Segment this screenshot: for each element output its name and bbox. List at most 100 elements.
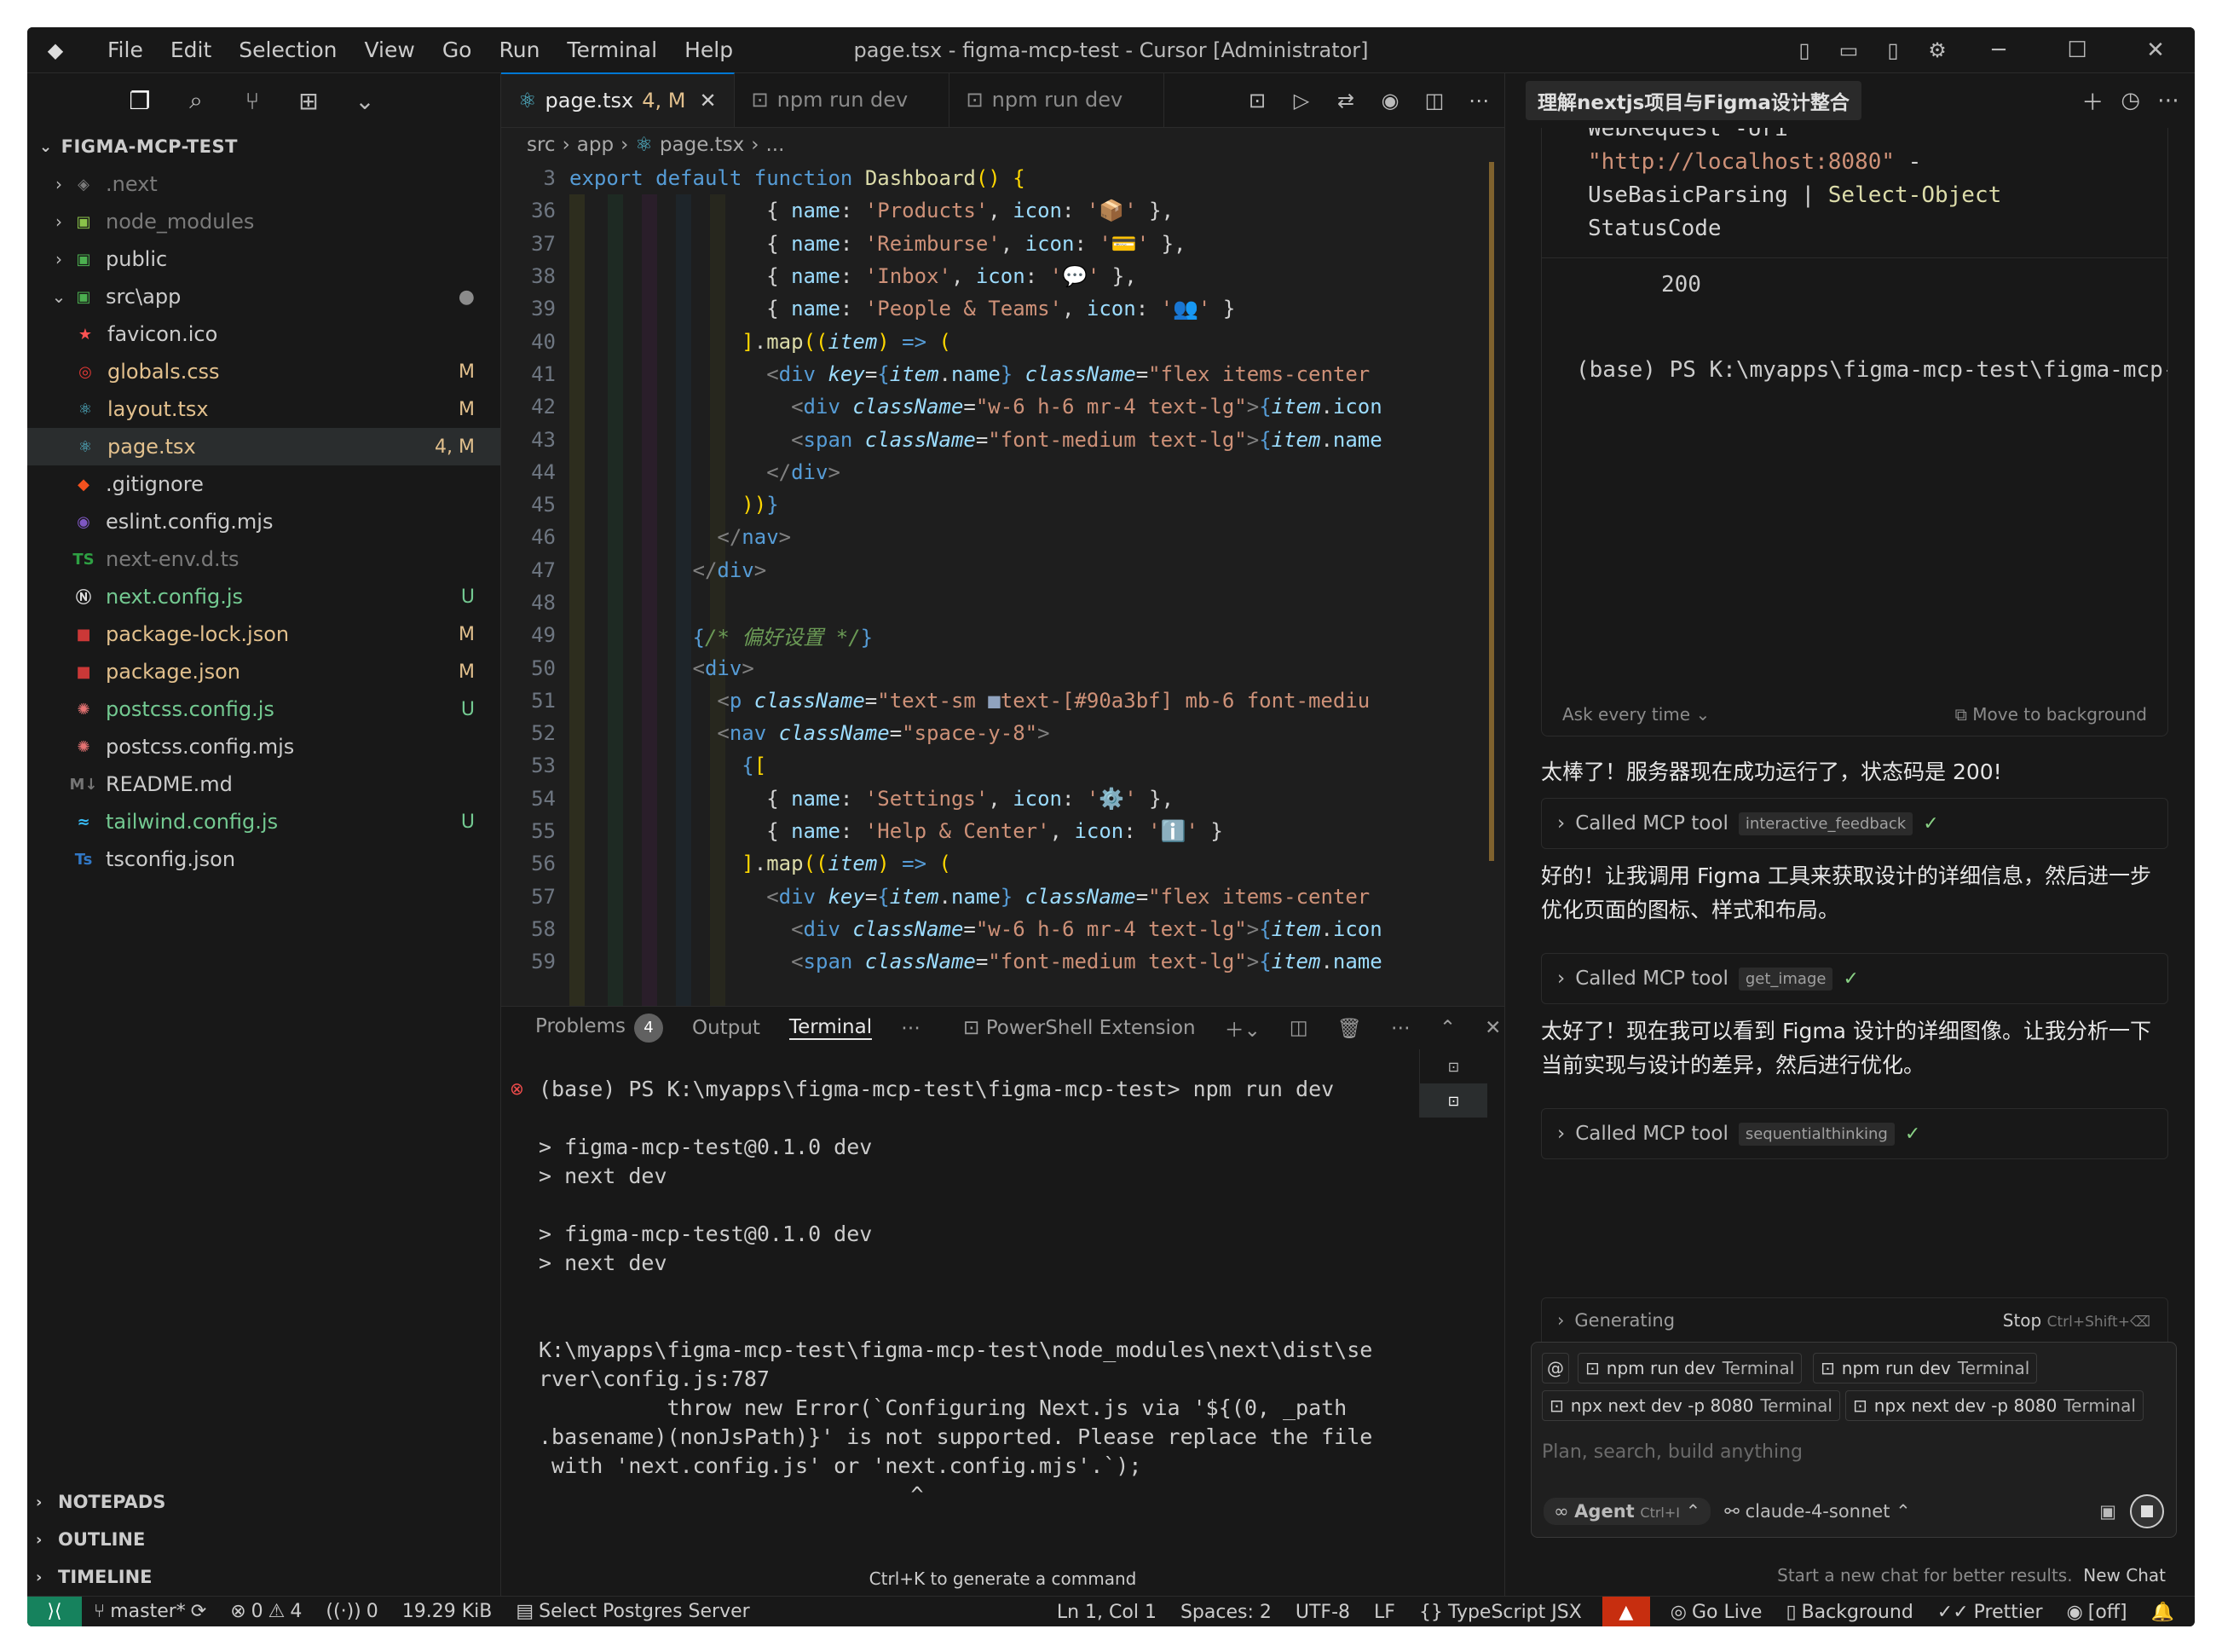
context-chip[interactable]: ⊡ npx next dev -p 8080 Terminal	[1845, 1390, 2144, 1421]
toggle-secondary-sidebar-icon[interactable]: ▯	[1876, 33, 1910, 67]
problems-status[interactable]: ⊗ 0 ⚠ 4	[218, 1601, 314, 1622]
move-to-background-button[interactable]: ⧉ Move to background	[1955, 704, 2147, 725]
ports-status[interactable]: ((·)) 0	[314, 1601, 390, 1622]
git-branch[interactable]: ⑂ master* ⟳	[82, 1601, 218, 1622]
warning-triangle-icon[interactable]: ▲	[1602, 1597, 1650, 1626]
tree-item[interactable]: ◆ .gitignore	[27, 465, 500, 503]
terminal-output[interactable]: (base) PS K:\myapps\figma-mcp-test\figma…	[539, 1075, 1391, 1510]
menu-selection[interactable]: Selection	[225, 38, 350, 62]
stop-button[interactable]: Stop Ctrl+Shift+⌫	[2003, 1310, 2150, 1331]
model-selector[interactable]: ⚯ claude-4-sonnet ⌃	[1724, 1501, 1910, 1522]
language-mode[interactable]: {} TypeScript JSX	[1407, 1602, 1594, 1623]
maximize-button[interactable]: ☐	[2038, 27, 2116, 73]
code-editor[interactable]: 3 export default function Dashboard() {36…	[501, 162, 1504, 1006]
remote-indicator-icon[interactable]: ⟩⟨	[27, 1596, 82, 1626]
stop-generation-button[interactable]	[2130, 1494, 2164, 1528]
breadcrumb-item[interactable]: ...	[766, 134, 785, 156]
tab-problems[interactable]: Problems 4	[535, 1014, 664, 1043]
terminal-instance-icon[interactable]: ⊡	[1420, 1049, 1487, 1083]
tree-item[interactable]: Ts tsconfig.json	[27, 840, 500, 878]
settings-gear-icon[interactable]: ⚙	[1920, 33, 1954, 67]
section-outline[interactable]: › OUTLINE	[27, 1521, 500, 1558]
tree-item[interactable]: ⚛ layout.tsx M	[27, 390, 500, 428]
breadcrumb-item[interactable]: page.tsx	[660, 134, 744, 156]
more-icon[interactable]: ⋯	[1391, 1017, 1411, 1039]
line-ending[interactable]: LF	[1362, 1602, 1407, 1623]
more-icon[interactable]: ⋯	[2157, 88, 2179, 113]
tab-page-tsx[interactable]: ⚛ page.tsx 4, M ✕	[501, 72, 735, 127]
menu-run[interactable]: Run	[485, 38, 553, 62]
add-terminal-icon[interactable]: ＋⌄	[1225, 1014, 1261, 1043]
tree-item[interactable]: ⚛ page.tsx 4, M	[27, 428, 500, 465]
breadcrumb-item[interactable]: src	[527, 134, 556, 156]
tree-item[interactable]: TS next-env.d.ts	[27, 540, 500, 578]
menu-help[interactable]: Help	[671, 38, 747, 62]
ask-every-time-dropdown[interactable]: Ask every time ⌄	[1562, 704, 1710, 725]
chat-input[interactable]: Plan, search, build anything	[1542, 1441, 1803, 1463]
more-icon[interactable]: ⋯	[901, 1017, 921, 1039]
breadcrumb-item[interactable]: app	[577, 134, 614, 156]
go-live[interactable]: ◎ Go Live	[1659, 1602, 1775, 1623]
toggle-sidebar-icon[interactable]: ▯	[1787, 33, 1821, 67]
section-notepads[interactable]: › NOTEPADS	[27, 1483, 500, 1521]
tree-item[interactable]: › ▣ node_modules	[27, 203, 500, 240]
tree-item[interactable]: ✺ postcss.config.js U	[27, 690, 500, 728]
tree-item[interactable]: ◉ eslint.config.mjs	[27, 503, 500, 540]
terminal-icon[interactable]: ⊡	[1240, 89, 1274, 113]
run-icon[interactable]: ▷	[1284, 89, 1319, 113]
mention-at-icon[interactable]: @	[1542, 1353, 1569, 1383]
tab-output[interactable]: Output	[692, 1017, 760, 1039]
context-chip[interactable]: ⊡ npm run dev Terminal	[1578, 1353, 1803, 1383]
mcp-tool-call[interactable]: › Called MCP tool sequentialthinking ✓	[1541, 1108, 2168, 1159]
new-chat-icon[interactable]: ＋	[2081, 85, 2104, 117]
tree-item[interactable]: ◎ globals.css M	[27, 353, 500, 390]
new-chat-link[interactable]: New Chat	[2083, 1565, 2166, 1586]
tab-terminal[interactable]: Terminal	[788, 1016, 873, 1040]
compare-icon[interactable]: ⇄	[1329, 89, 1363, 113]
trash-icon[interactable]: 🗑	[1337, 1017, 1362, 1040]
copilot-status[interactable]: ◉ [off]	[2055, 1602, 2139, 1623]
explorer-root-header[interactable]: ⌄ FIGMA-MCP-TEST	[27, 128, 500, 165]
toggle-panel-icon[interactable]: ▭	[1832, 33, 1866, 67]
context-chip[interactable]: ⊡ npx next dev -p 8080 Terminal	[1542, 1390, 1840, 1421]
menu-file[interactable]: File	[94, 38, 157, 62]
split-terminal-icon[interactable]: ◫	[1290, 1017, 1308, 1039]
close-window-button[interactable]: ✕	[2116, 27, 2195, 73]
terminal-shell-selector[interactable]: ⊡ PowerShell Extension	[963, 1017, 1195, 1039]
split-editor-icon[interactable]: ◫	[1417, 89, 1452, 113]
source-control-icon[interactable]: ⑂	[234, 82, 271, 119]
search-icon[interactable]: ⌕	[177, 82, 215, 119]
postgres-server[interactable]: ▤ Select Postgres Server	[504, 1601, 761, 1622]
terminal-instance-icon[interactable]: ⊡	[1420, 1083, 1487, 1118]
menu-edit[interactable]: Edit	[157, 38, 225, 62]
chat-tab-title[interactable]: 理解nextjs项目与Figma设计整合	[1526, 81, 1861, 120]
tree-item[interactable]: › ◈ .next	[27, 165, 500, 203]
tree-item[interactable]: ✺ postcss.config.mjs	[27, 728, 500, 765]
mcp-tool-call[interactable]: › Called MCP tool interactive_feedback ✓	[1541, 798, 2168, 849]
mcp-tool-call[interactable]: › Called MCP tool get_image ✓	[1541, 953, 2168, 1004]
prettier[interactable]: ✓✓ Prettier	[1925, 1602, 2055, 1623]
close-tab-icon[interactable]: ✕	[699, 89, 716, 113]
tree-item[interactable]: ★ favicon.ico	[27, 315, 500, 353]
menu-terminal[interactable]: Terminal	[553, 38, 671, 62]
tab-npm-run-dev-2[interactable]: ⊡ npm run dev	[949, 72, 1164, 127]
minimize-button[interactable]: ─	[1959, 27, 2038, 73]
close-panel-icon[interactable]: ✕	[1485, 1017, 1501, 1039]
explorer-files-icon[interactable]: ❐	[121, 82, 159, 119]
image-icon[interactable]: ▣	[2099, 1501, 2116, 1522]
history-icon[interactable]: ◷	[2121, 88, 2140, 113]
tree-item[interactable]: ■ package-lock.json M	[27, 615, 500, 653]
extensions-icon[interactable]: ⊞	[290, 82, 327, 119]
agent-mode-selector[interactable]: ∞ Agent Ctrl+I ⌃	[1544, 1498, 1711, 1525]
menu-go[interactable]: Go	[429, 38, 486, 62]
maximize-panel-icon[interactable]: ⌃	[1440, 1017, 1456, 1039]
tab-npm-run-dev-1[interactable]: ⊡ npm run dev	[735, 72, 949, 127]
tree-item[interactable]: M↓ README.md	[27, 765, 500, 803]
cursor-position[interactable]: Ln 1, Col 1	[1045, 1602, 1169, 1623]
tree-item[interactable]: › ▣ public	[27, 240, 500, 278]
chevron-down-icon[interactable]: ⌄	[346, 82, 384, 119]
context-chip[interactable]: ⊡ npm run dev Terminal	[1813, 1353, 2038, 1383]
background-agent[interactable]: ▯ Background	[1774, 1602, 1925, 1623]
section-timeline[interactable]: › TIMELINE	[27, 1558, 500, 1596]
chat-icon[interactable]: ◉	[1373, 89, 1407, 113]
